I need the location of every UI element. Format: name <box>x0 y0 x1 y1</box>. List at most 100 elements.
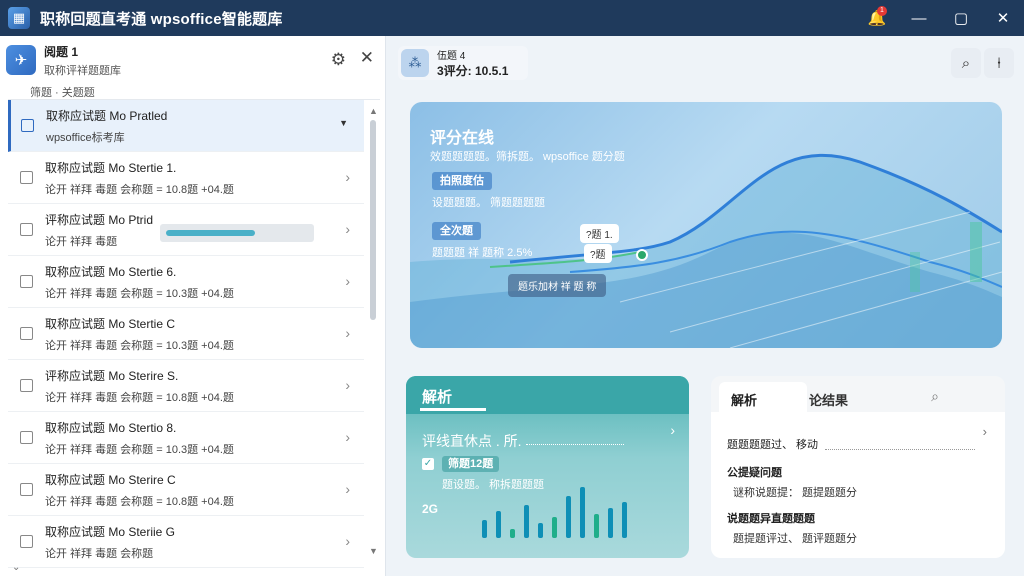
chevron-down-icon[interactable]: ⌄ <box>12 562 20 573</box>
item-meta: 论开 祥拜 毒题 会称题 = 10.8题 +04.题 <box>45 495 234 508</box>
results-heading-2: 说题题异直题题题 <box>727 513 815 525</box>
maximize-icon: ▢ <box>953 10 969 27</box>
pin-button[interactable]: ⍿ <box>984 48 1014 78</box>
score-value: 3评分: 10.5.1 <box>437 64 509 78</box>
notification-button[interactable]: 🔔 1 <box>856 0 898 36</box>
notification-badge: 1 <box>877 6 887 16</box>
results-text-1: 谜称说题提： 题提题题分 <box>733 487 858 499</box>
results-row-1: 题题题题过、 移动 <box>727 439 819 451</box>
list-item[interactable]: 评称应试题 Mo Ptrid 论开 祥拜 毒题 › <box>8 204 364 256</box>
minimize-button[interactable]: — <box>898 0 940 36</box>
score-hero-card: 评分在线 效题题题题。筛拆题。 wpsoffice 题分题 拍照度估 设题题题。… <box>410 102 1002 348</box>
list-item[interactable]: 取称应试题 Mo Steriie G 论开 祥拜 毒题 会称题 › <box>8 516 364 568</box>
chevron-right-icon[interactable]: › <box>670 422 675 438</box>
analysis-bar <box>622 502 627 538</box>
item-title: 评称应试题 Mo Ptrid <box>45 212 154 227</box>
chevron-right-icon[interactable]: › <box>345 325 350 341</box>
tab-results[interactable]: 论结果 <box>809 390 848 409</box>
pin-icon: ⍿ <box>997 54 1001 72</box>
chevron-right-icon[interactable]: › <box>345 273 350 289</box>
item-title: 取称应试题 Mo Stertie C <box>45 316 176 331</box>
check-icon[interactable]: ✓ <box>422 458 434 470</box>
chevron-right-icon[interactable]: › <box>345 481 350 497</box>
title-bar: ▦ 职称回题直考通 wpsoffice智能题库 🔔 1 — ▢ ✕ <box>0 0 1024 36</box>
item-progress-bar <box>160 224 314 242</box>
item-checkbox[interactable] <box>20 483 33 496</box>
list-item[interactable]: 取称应试题 Mo Pratled wpsoffice标考库 ▼ <box>8 100 364 152</box>
filter-bar[interactable]: 筛题 · 关题题 <box>8 84 380 100</box>
close-panel-icon[interactable]: ✕ <box>360 48 374 68</box>
list-item[interactable]: 取称应试题 Mo Stertie 6. 论开 祥拜 毒题 会称题 = 10.3题… <box>8 256 364 308</box>
close-window-button[interactable]: ✕ <box>982 0 1024 36</box>
analysis-bar <box>496 511 501 538</box>
list-item[interactable]: 评称应试题 Mo Sterire S. 论开 祥拜 毒题 会称题 = 10.8题… <box>8 360 364 412</box>
list-item[interactable]: 取称应试题 Mo Stertio 8. 论开 祥拜 毒题 会称题 = 10.3题… <box>8 412 364 464</box>
dotted-divider <box>825 449 975 450</box>
analysis-line-1: 评线直休点 . 所. <box>422 433 522 449</box>
item-title: 取称应试题 Mo Stertie 6. <box>45 264 177 279</box>
analysis-underline <box>420 408 486 411</box>
analysis-bar <box>580 487 585 538</box>
item-title: 评称应试题 Mo Sterire S. <box>45 368 179 383</box>
item-meta: 论开 祥拜 毒题 会称题 <box>45 547 154 560</box>
item-title: 取称应试题 Mo Steriie G <box>45 524 176 539</box>
caret-down-icon[interactable]: ▼ <box>339 118 348 128</box>
question-list: 取称应试题 Mo Pratled wpsoffice标考库 ▼ 取称应试题 Mo… <box>8 100 364 576</box>
item-meta: 论开 祥拜 毒题 会称题 = 10.8题 +04.题 <box>45 391 234 404</box>
hero-wave-graphic <box>410 154 1002 348</box>
dotted-divider <box>526 444 624 445</box>
hero-pill-photo: 拍照度估 <box>432 172 492 190</box>
item-checkbox[interactable] <box>20 171 33 184</box>
chevron-right-icon[interactable]: › <box>345 221 350 237</box>
item-checkbox[interactable] <box>20 223 33 236</box>
chevron-right-icon[interactable]: › <box>345 533 350 549</box>
item-checkbox[interactable] <box>20 535 33 548</box>
search-icon: ⌕ <box>961 54 971 72</box>
close-icon: ✕ <box>996 10 1010 27</box>
list-item[interactable]: 取称应试题 Mo Stertie C 论开 祥拜 毒题 会称题 = 10.3题 … <box>8 308 364 360</box>
minimize-icon: — <box>911 9 927 27</box>
search-button[interactable]: ⌕ <box>951 48 981 78</box>
item-meta: wpsoffice标考库 <box>46 131 125 144</box>
chevron-right-icon[interactable]: › <box>983 424 987 439</box>
list-scrollbar[interactable]: ▲ ▼ <box>368 106 378 556</box>
scroll-down-icon[interactable]: ▼ <box>369 546 378 556</box>
results-card: 解析 论结果 ⌕ 题题题题过、 移动 › 公提疑问题 谜称说题提： 题提题题分 … <box>711 376 1005 558</box>
item-checkbox[interactable] <box>20 275 33 288</box>
chevron-right-icon[interactable]: › <box>345 169 350 185</box>
app-logo-icon: ▦ <box>8 7 30 29</box>
search-icon[interactable]: ⌕ <box>931 388 939 405</box>
maximize-button[interactable]: ▢ <box>940 0 982 36</box>
analysis-bar <box>510 529 515 538</box>
analysis-bar <box>552 517 557 538</box>
analysis-bar <box>524 505 529 538</box>
item-checkbox[interactable] <box>20 327 33 340</box>
analysis-bar <box>538 523 543 538</box>
list-item[interactable]: 取称应试题 Mo Stertie 1. 论开 祥拜 毒题 会称题 = 10.8题… <box>8 152 364 204</box>
hero-pill-all: 全次题 <box>432 222 481 240</box>
scrollbar-thumb[interactable] <box>370 120 376 320</box>
hero-line-2: 题题题 祥 题称 2.5% <box>432 247 533 259</box>
list-item[interactable]: 取称应试题 Mo Sterire C 论开 祥拜 毒题 会称题 = 10.8题 … <box>8 464 364 516</box>
item-meta: 论开 祥拜 毒题 会称题 = 10.3题 +04.题 <box>45 287 234 300</box>
question-list-panel: ✈ 阅题 1 取称评祥题题库 ⚙ ✕ 筛题 · 关题题 取称应试题 Mo Pra… <box>0 36 386 576</box>
item-checkbox[interactable] <box>21 119 34 132</box>
item-checkbox[interactable] <box>20 431 33 444</box>
analysis-bar <box>482 520 487 538</box>
window-title: 职称回题直考通 wpsoffice智能题库 <box>40 10 283 28</box>
scroll-up-icon[interactable]: ▲ <box>369 106 378 116</box>
analysis-number: 2G <box>422 502 439 516</box>
tab-analysis[interactable]: 解析 <box>719 382 807 412</box>
item-checkbox[interactable] <box>20 379 33 392</box>
chevron-right-icon[interactable]: › <box>345 429 350 445</box>
gear-icon[interactable]: ⚙ <box>331 50 346 70</box>
panel-header: ✈ 阅题 1 取称评祥题题库 ⚙ ✕ <box>0 36 386 84</box>
item-title: 取称应试题 Mo Stertie 1. <box>45 160 177 175</box>
score-header: ⁂ 伍题 4 3评分: 10.5.1 <box>398 46 528 80</box>
chevron-right-icon[interactable]: › <box>345 377 350 393</box>
item-title: 取称应试题 Mo Sterire C <box>45 472 176 487</box>
grid-icon: ⁂ <box>401 49 429 77</box>
analysis-bar <box>594 514 599 538</box>
hero-title: 评分在线 <box>430 130 495 147</box>
window-controls: 🔔 1 — ▢ ✕ <box>856 0 1024 36</box>
